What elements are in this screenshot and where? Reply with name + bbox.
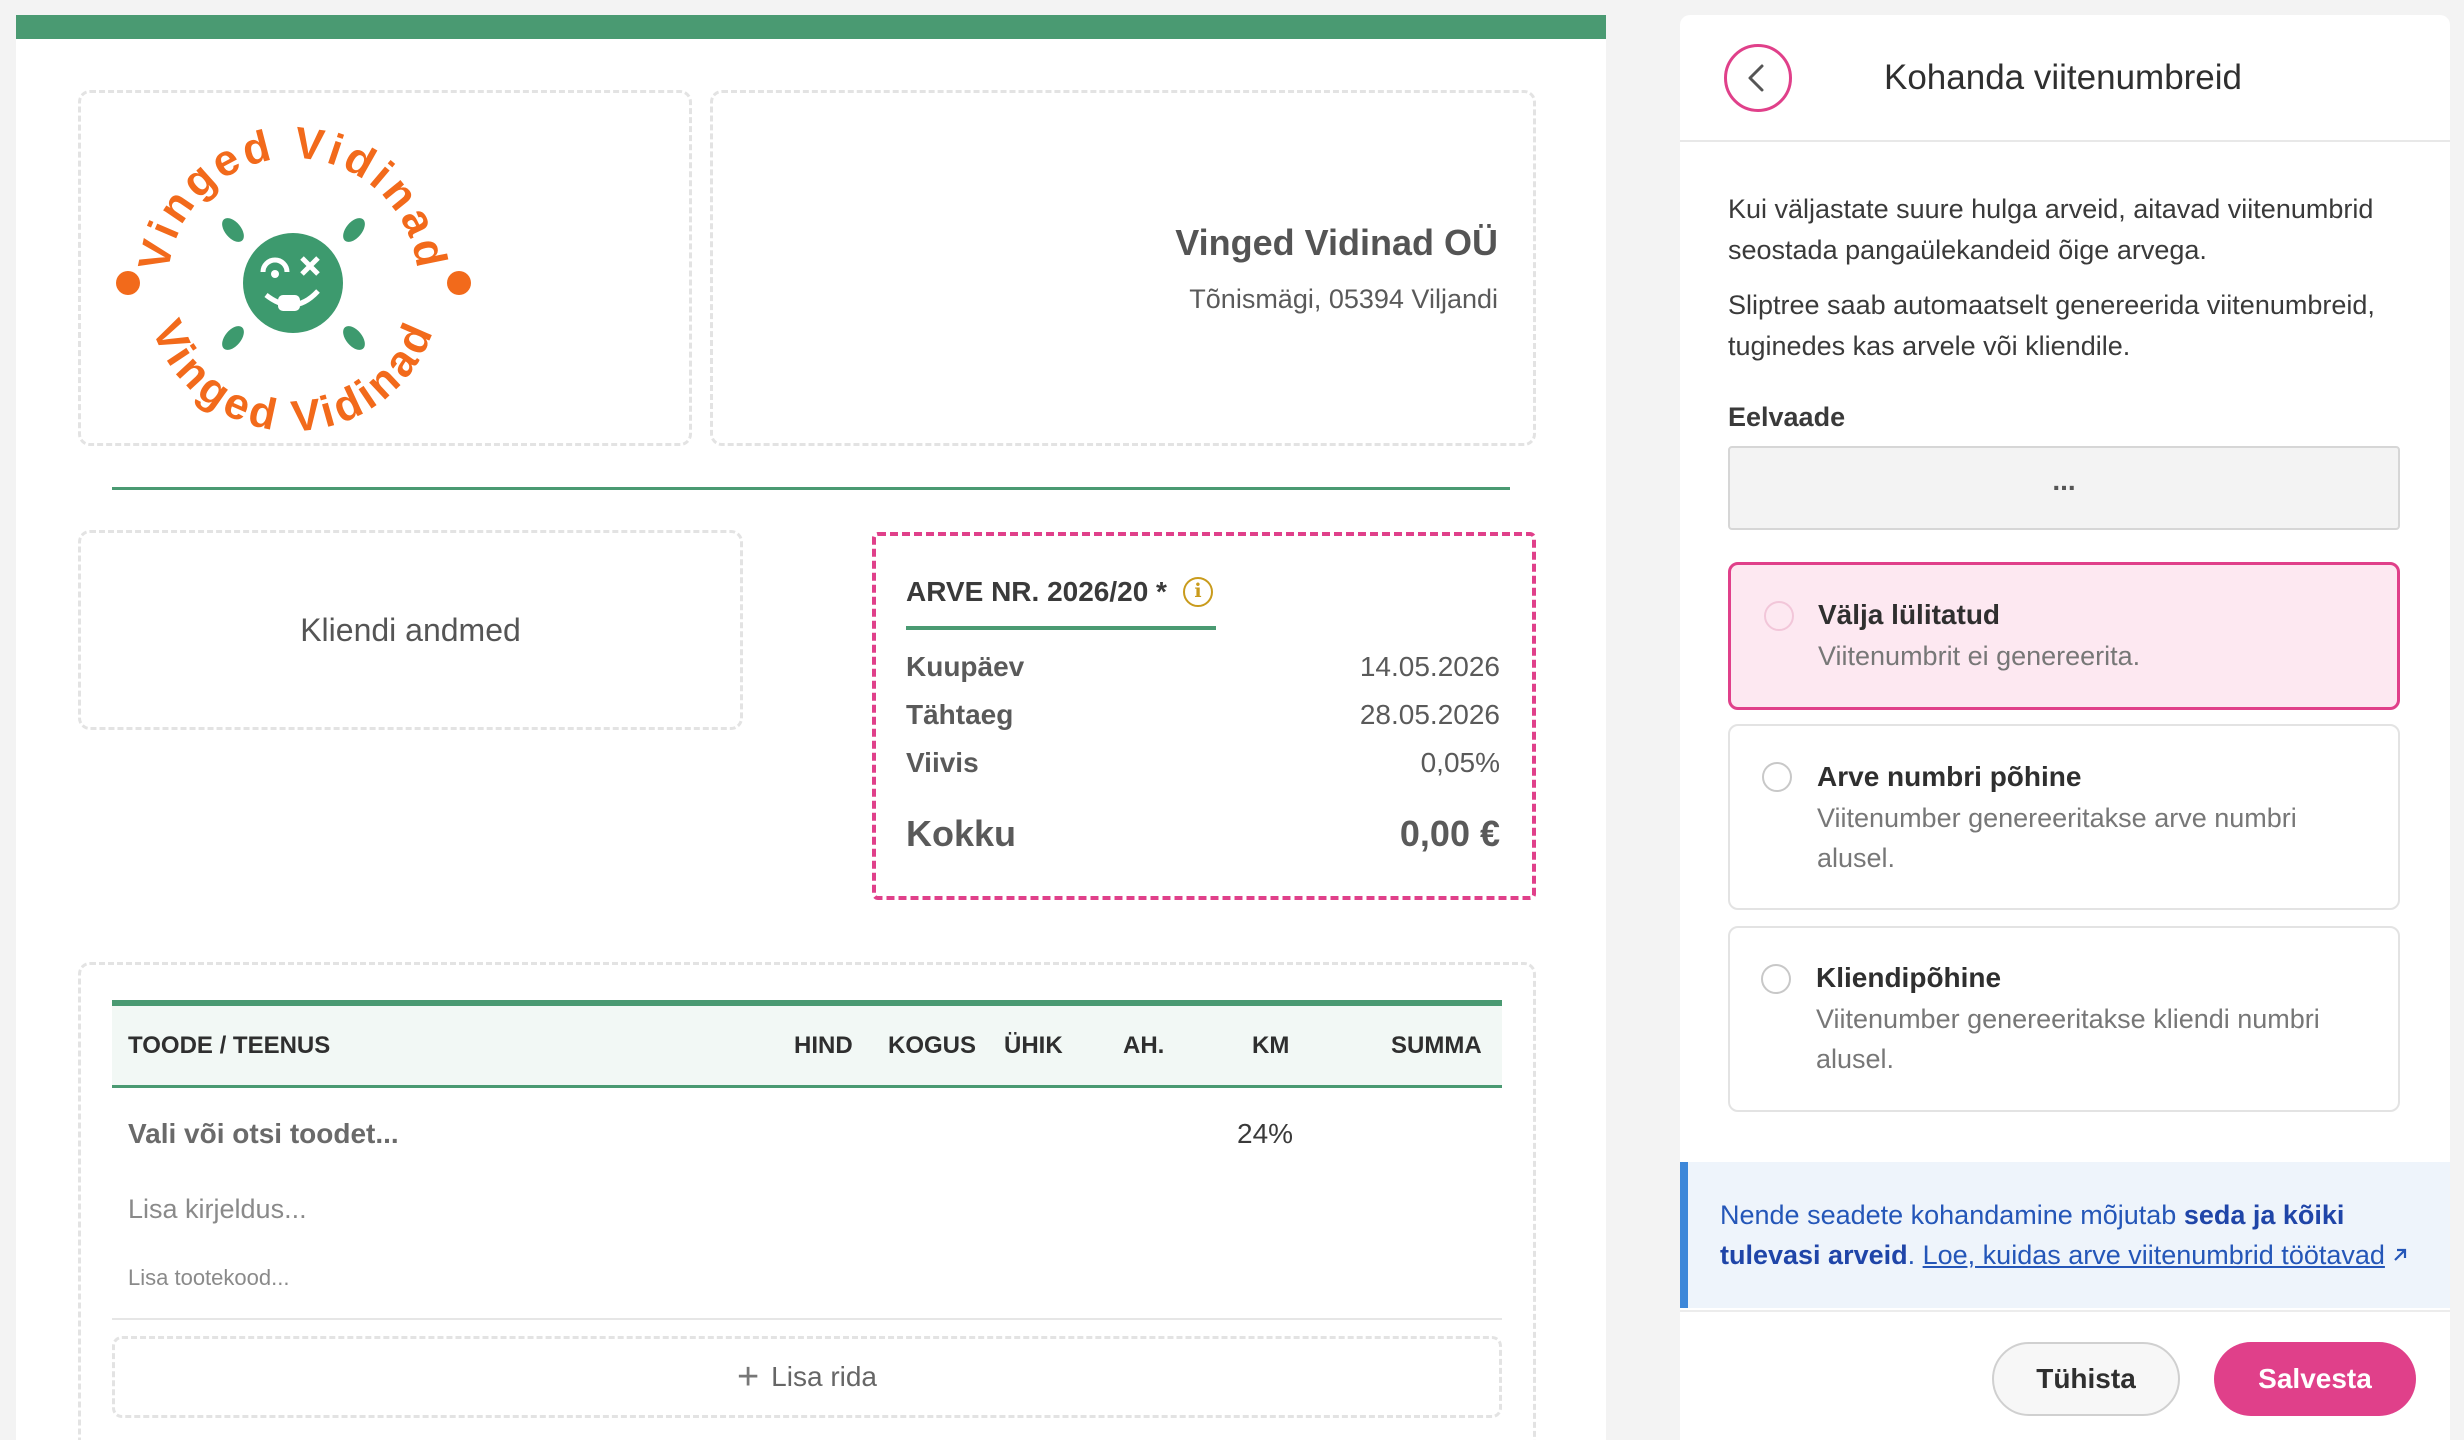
column-header-qty: KOGUS — [888, 1032, 977, 1059]
external-link-icon — [2394, 1248, 2407, 1261]
intro-paragraph-2: Sliptree saab automaatselt genereerida v… — [1728, 290, 2375, 361]
client-info-label: Kliendi andmed — [300, 612, 521, 648]
option-disabled-radio[interactable] — [1764, 601, 1794, 631]
help-link[interactable]: Loe, kuidas arve viitenumbrid töötavad — [1923, 1240, 2411, 1270]
option-client-radio[interactable] — [1761, 964, 1791, 994]
preview-label: Eelvaade — [1728, 402, 1846, 432]
dizzy-face-icon — [243, 233, 343, 333]
intro-paragraph-1: Kui väljastate suure hulga arveid, aitav… — [1728, 194, 2374, 265]
column-header-price: HIND — [794, 1032, 853, 1059]
option-invoice-number-desc: Viitenumber genereeritakse arve numbri a… — [1817, 803, 2297, 873]
info-icon[interactable]: i — [1183, 577, 1213, 607]
info-note-text: Nende seadete kohandamine mõjutab seda j… — [1720, 1195, 2420, 1275]
plus-icon: + — [736, 1356, 760, 1398]
invoice-date-value[interactable]: 14.05.2026 — [1360, 651, 1500, 683]
due-date-label: Tähtaeg — [906, 699, 1014, 730]
note-text-2: . — [1907, 1240, 1923, 1270]
description-input[interactable]: Lisa kirjeldus... — [128, 1194, 307, 1225]
help-link-label: Loe, kuidas arve viitenumbrid töötavad — [1922, 1240, 2385, 1270]
add-row-button[interactable]: + Lisa rida — [112, 1336, 1502, 1418]
company-logo: Vinged Vidinad Vinged Vidinad — [116, 118, 471, 442]
invoice-date-label: Kuupäev — [906, 651, 1025, 682]
column-header-vat: KM — [1252, 1032, 1290, 1059]
invoice-top-bar — [16, 15, 1606, 39]
add-row-label: Lisa rida — [771, 1361, 878, 1392]
save-button[interactable]: Salvesta — [2214, 1342, 2416, 1416]
column-header-sum: SUMMA — [1391, 1032, 1482, 1059]
panel-header-divider — [1680, 140, 2450, 142]
vat-rate[interactable]: 24% — [1237, 1118, 1293, 1150]
column-header-unit: ÜHIK — [1004, 1032, 1063, 1059]
option-client-desc: Viitenumber genereeritakse kliendi numbr… — [1816, 1004, 2320, 1074]
option-invoice-number-title: Arve numbri põhine — [1817, 761, 2082, 792]
row-divider — [112, 1318, 1502, 1320]
preview-value: ... — [1728, 446, 2400, 530]
company-address: Tõnismägi, 05394 Viljandi — [1189, 284, 1498, 314]
option-disabled-desc: Viitenumbrit ei genereerita. — [1818, 641, 2141, 671]
product-search-input[interactable]: Vali või otsi toodet... — [128, 1118, 399, 1150]
penalty-value[interactable]: 0,05% — [1421, 747, 1500, 779]
product-code-input[interactable]: Lisa tootekood... — [128, 1265, 289, 1291]
panel-footer-divider — [1680, 1310, 2450, 1312]
back-button[interactable] — [1724, 44, 1792, 112]
company-name: Vinged Vidinad OÜ — [1175, 222, 1498, 263]
column-header-product: TOODE / TEENUS — [128, 1032, 331, 1059]
company-info-area[interactable] — [710, 90, 1536, 446]
note-text-1: Nende seadete kohandamine mõjutab — [1720, 1200, 2184, 1230]
option-disabled-title: Välja lülitatud — [1818, 599, 2001, 630]
invoice-number: ARVE NR. 2026/20 * — [906, 576, 1167, 607]
penalty-label: Viivis — [906, 747, 979, 778]
invoice-number-underline — [906, 626, 1216, 630]
option-invoice-number-radio[interactable] — [1762, 762, 1792, 792]
due-date-value[interactable]: 28.05.2026 — [1360, 699, 1500, 731]
total-label: Kokku — [906, 813, 1017, 854]
chevron-left-icon — [1748, 64, 1764, 92]
total-value: 0,00 € — [1399, 813, 1500, 854]
logo-area[interactable]: Vinged Vidinad Vinged Vidinad — [78, 90, 692, 446]
header-separator — [112, 487, 1510, 490]
panel-title: Kohanda viitenumbreid — [1884, 58, 2243, 97]
column-header-discount: AH. — [1123, 1032, 1165, 1059]
cancel-button[interactable]: Tühista — [1992, 1342, 2180, 1416]
option-client-title: Kliendipõhine — [1816, 962, 2002, 993]
